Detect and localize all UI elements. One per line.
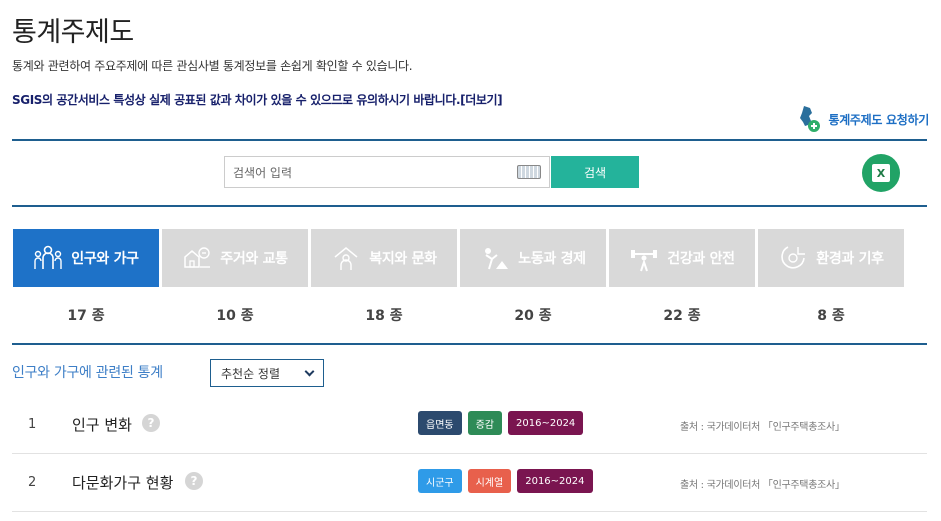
source-text: 출처 : 국가데이터처 「인구주택총조사」 [680, 480, 845, 491]
excel-download-button[interactable]: X [862, 154, 900, 192]
list-item: 1 인구 변화 ? 읍면동 증감 2016~2024 출처 : 국가데이터처 「… [12, 397, 927, 454]
health-icon [631, 250, 658, 272]
sort-select[interactable]: 추천순 정렬 [210, 359, 324, 387]
type-badge: 증감 [467, 411, 503, 435]
environment-icon [781, 246, 806, 269]
tab-label: 복지와 문화 [369, 251, 437, 267]
tab-health-safety[interactable]: 건강과 안전 [609, 229, 755, 287]
row-number: 2 [28, 475, 37, 490]
tab-label: 건강과 안전 [667, 251, 735, 267]
excel-icon: X [872, 164, 890, 182]
year-range-badge: 2016~2024 [517, 469, 593, 493]
page-description: 통계와 관련하여 주요주제에 따른 관심사별 통계정보를 손쉽게 확인할 수 있… [12, 59, 413, 73]
section-divider [12, 343, 927, 345]
house-car-icon [184, 247, 211, 268]
chevron-down-icon [304, 366, 315, 376]
tab-population-household[interactable]: 인구와 가구 [13, 229, 159, 287]
labor-icon [485, 248, 509, 270]
tab-label: 환경과 기후 [816, 251, 884, 267]
sort-selected-value: 추천순 정렬 [221, 366, 281, 381]
type-badge: 시계열 [467, 469, 512, 493]
list-heading: 인구와 가구에 관련된 통계 [12, 365, 163, 381]
tab-welfare-culture[interactable]: 복지와 문화 [311, 229, 457, 287]
category-counts: 17 종 10 종 18 종 20 종 22 종 8 종 [13, 305, 927, 325]
request-theme-map-link[interactable]: 통계주제도 요청하기 [796, 104, 929, 134]
row-badges: 시군구 시계열 2016~2024 [418, 469, 593, 493]
count-environment-climate: 8 종 [817, 308, 845, 324]
search-placeholder: 검색어 입력 [233, 165, 293, 180]
count-health-safety: 22 종 [663, 308, 701, 324]
keyboard-icon[interactable] [517, 165, 541, 179]
list-item: 2 다문화가구 현황 ? 시군구 시계열 2016~2024 출처 : 국가데이… [12, 455, 927, 512]
region-level-badge: 시군구 [418, 469, 462, 493]
tab-environment-climate[interactable]: 환경과 기후 [758, 229, 904, 287]
people-icon [34, 245, 62, 269]
count-welfare-culture: 18 종 [365, 308, 403, 324]
tab-label: 노동과 경제 [518, 251, 586, 267]
category-tabs: 인구와 가구 주거와 교통 복지와 문화 노동과 경제 건강과 안전 환경과 기… [13, 229, 927, 287]
count-labor-economy: 20 종 [514, 308, 552, 324]
tab-label: 주거와 교통 [220, 251, 288, 267]
search-input[interactable]: 검색어 입력 [224, 156, 550, 188]
source-text: 출처 : 국가데이터처 「인구주택총조사」 [680, 422, 845, 433]
row-number: 1 [28, 417, 37, 432]
search-bar: 검색어 입력 검색 X [12, 139, 927, 207]
count-housing-transport: 10 종 [216, 308, 254, 324]
tab-labor-economy[interactable]: 노동과 경제 [460, 229, 606, 287]
tab-housing-transport[interactable]: 주거와 교통 [162, 229, 308, 287]
year-range-badge: 2016~2024 [508, 411, 584, 435]
request-label: 통계주제도 요청하기 [828, 112, 929, 127]
row-badges: 읍면동 증감 2016~2024 [418, 411, 584, 435]
korea-map-plus-icon [796, 104, 824, 134]
search-button[interactable]: 검색 [551, 156, 639, 188]
help-icon[interactable]: ? [142, 414, 160, 432]
region-level-badge: 읍면동 [418, 411, 462, 435]
help-icon[interactable]: ? [185, 472, 203, 490]
stat-name-link[interactable]: 인구 변화 [72, 414, 132, 435]
welfare-icon [334, 247, 358, 270]
tab-label: 인구와 가구 [71, 251, 139, 267]
notice-link[interactable]: SGIS의 공간서비스 특성상 실제 공표된 값과 차이가 있을 수 있으므로 … [12, 91, 503, 108]
stat-name-link[interactable]: 다문화가구 현황 [72, 472, 173, 493]
page-title: 통계주제도 [12, 17, 134, 48]
count-population-household: 17 종 [67, 308, 105, 324]
